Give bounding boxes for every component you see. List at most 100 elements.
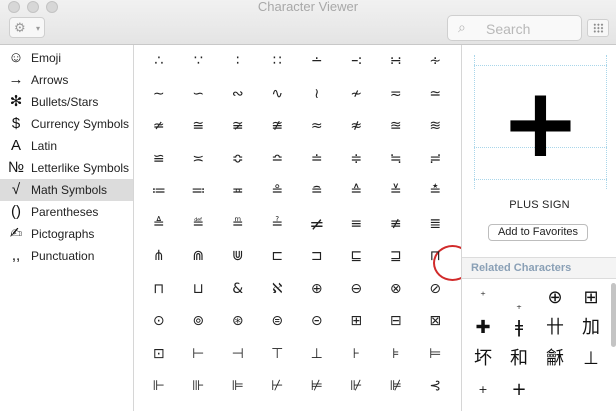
- character-cell[interactable]: ⊬: [258, 370, 298, 403]
- sidebar-item-arrows[interactable]: → Arrows: [0, 69, 133, 91]
- character-cell[interactable]: ⊖: [337, 273, 377, 306]
- character-cell[interactable]: ≒: [376, 143, 416, 176]
- character-cell[interactable]: ≈: [297, 110, 337, 143]
- character-cell[interactable]: ℵ: [258, 273, 298, 306]
- related-character[interactable]: ⊞: [574, 283, 608, 313]
- character-cell[interactable]: ⊩: [139, 370, 179, 403]
- character-cell[interactable]: ≞: [218, 208, 258, 241]
- character-cell[interactable]: ≡: [337, 208, 377, 241]
- character-cell[interactable]: ≛: [416, 175, 456, 208]
- character-cell[interactable]: ≝: [179, 208, 219, 241]
- character-cell[interactable]: ∸: [297, 45, 337, 78]
- character-cell[interactable]: ≓: [416, 143, 456, 176]
- character-cell[interactable]: ⊓: [416, 240, 456, 273]
- character-cell[interactable]: ⊪: [179, 370, 219, 403]
- character-cell[interactable]: ≑: [337, 143, 377, 176]
- sidebar-item-latin[interactable]: A Latin: [0, 135, 133, 157]
- character-cell[interactable]: ⋓: [218, 240, 258, 273]
- character-cell[interactable]: ⊯: [376, 370, 416, 403]
- related-character[interactable]: ǂ: [502, 313, 536, 343]
- character-cell[interactable]: ⊮: [337, 370, 377, 403]
- character-cell[interactable]: ≄: [139, 110, 179, 143]
- character-cell[interactable]: ≔: [139, 175, 179, 208]
- related-character[interactable]: ⊕: [538, 283, 572, 313]
- related-character[interactable]: 坏: [466, 344, 500, 374]
- character-cell[interactable]: ≇: [258, 110, 298, 143]
- character-cell[interactable]: ≊: [376, 110, 416, 143]
- character-cell[interactable]: ≖: [218, 175, 258, 208]
- character-cell[interactable]: ≁: [337, 78, 377, 111]
- character-cell[interactable]: ⋔: [139, 240, 179, 273]
- character-cell[interactable]: ⊒: [376, 240, 416, 273]
- character-cell[interactable]: ⊡: [139, 338, 179, 371]
- character-cell[interactable]: ⊭: [297, 370, 337, 403]
- related-character[interactable]: ✚: [466, 313, 500, 343]
- character-cell[interactable]: ⊙: [139, 305, 179, 338]
- related-character[interactable]: 和: [502, 344, 536, 374]
- character-cell[interactable]: ≘: [297, 175, 337, 208]
- character-cell[interactable]: ∶: [218, 45, 258, 78]
- character-cell[interactable]: ≟: [258, 208, 298, 241]
- character-cell[interactable]: ⊣: [218, 338, 258, 371]
- character-cell[interactable]: ≅: [179, 110, 219, 143]
- action-menu-button[interactable]: ⚙ ▾: [9, 17, 45, 38]
- character-cell[interactable]: ⊓: [139, 273, 179, 306]
- character-cell[interactable]: ∽: [179, 78, 219, 111]
- character-cell[interactable]: ≀: [297, 78, 337, 111]
- sidebar-item-parentheses[interactable]: () Parentheses: [0, 201, 133, 223]
- character-cell[interactable]: ⊚: [179, 305, 219, 338]
- character-cell[interactable]: ⊰: [416, 370, 456, 403]
- character-cell[interactable]: ≂: [376, 78, 416, 111]
- related-character[interactable]: ⊥: [574, 344, 608, 374]
- grid-view-button[interactable]: [587, 19, 609, 37]
- character-cell[interactable]: ⊛: [218, 305, 258, 338]
- character-cell[interactable]: ∿: [258, 78, 298, 111]
- character-cell[interactable]: ∾: [218, 78, 258, 111]
- character-cell[interactable]: ≕: [179, 175, 219, 208]
- related-character[interactable]: +: [466, 375, 500, 405]
- character-cell[interactable]: ∷: [258, 45, 298, 78]
- character-cell[interactable]: ⊥: [297, 338, 337, 371]
- sidebar-item-emoji[interactable]: ☺ Emoji: [0, 47, 133, 69]
- character-cell[interactable]: &: [218, 273, 258, 306]
- character-cell[interactable]: ⊝: [297, 305, 337, 338]
- character-cell[interactable]: ⊜: [258, 305, 298, 338]
- search-field[interactable]: ⌕: [447, 15, 582, 41]
- character-cell[interactable]: ⊐: [297, 240, 337, 273]
- character-cell[interactable]: ⊕: [297, 273, 337, 306]
- character-cell[interactable]: ∻: [416, 45, 456, 78]
- character-cell[interactable]: ∴: [139, 45, 179, 78]
- add-to-favorites-button[interactable]: Add to Favorites: [488, 224, 588, 241]
- character-cell[interactable]: ⊫: [218, 370, 258, 403]
- character-cell[interactable]: ≣: [416, 208, 456, 241]
- sidebar-item-letterlike-symbols[interactable]: № Letterlike Symbols: [0, 157, 133, 179]
- character-cell[interactable]: ∼: [139, 78, 179, 111]
- character-cell[interactable]: ⊟: [376, 305, 416, 338]
- character-cell[interactable]: ≏: [258, 143, 298, 176]
- related-character[interactable]: 龢: [538, 344, 572, 374]
- character-cell[interactable]: ≆: [218, 110, 258, 143]
- sidebar-item-punctuation[interactable]: ,, Punctuation: [0, 245, 133, 267]
- character-cell[interactable]: ⊏: [258, 240, 298, 273]
- character-cell[interactable]: ∹: [337, 45, 377, 78]
- sidebar-item-pictographs[interactable]: ✍ Pictographs: [0, 223, 133, 245]
- character-cell[interactable]: ⋒: [179, 240, 219, 273]
- character-cell[interactable]: ≠: [297, 208, 337, 241]
- character-cell[interactable]: ∺: [376, 45, 416, 78]
- character-cell[interactable]: ≋: [416, 110, 456, 143]
- character-cell[interactable]: ⊠: [416, 305, 456, 338]
- character-cell[interactable]: ⊘: [416, 273, 456, 306]
- character-cell[interactable]: ≗: [258, 175, 298, 208]
- character-cell[interactable]: ⊔: [179, 273, 219, 306]
- character-cell[interactable]: ≚: [376, 175, 416, 208]
- character-cell[interactable]: ≙: [337, 175, 377, 208]
- character-cell[interactable]: ⊗: [376, 273, 416, 306]
- character-cell[interactable]: ⊑: [337, 240, 377, 273]
- sidebar-item-math-symbols[interactable]: √ Math Symbols: [0, 179, 133, 201]
- character-cell[interactable]: ⊧: [376, 338, 416, 371]
- character-cell[interactable]: ⊞: [337, 305, 377, 338]
- character-cell[interactable]: ⊢: [179, 338, 219, 371]
- sidebar-item-bullets-stars[interactable]: ✻ Bullets/Stars: [0, 91, 133, 113]
- sidebar-item-currency-symbols[interactable]: $ Currency Symbols: [0, 113, 133, 135]
- character-cell[interactable]: ≎: [218, 143, 258, 176]
